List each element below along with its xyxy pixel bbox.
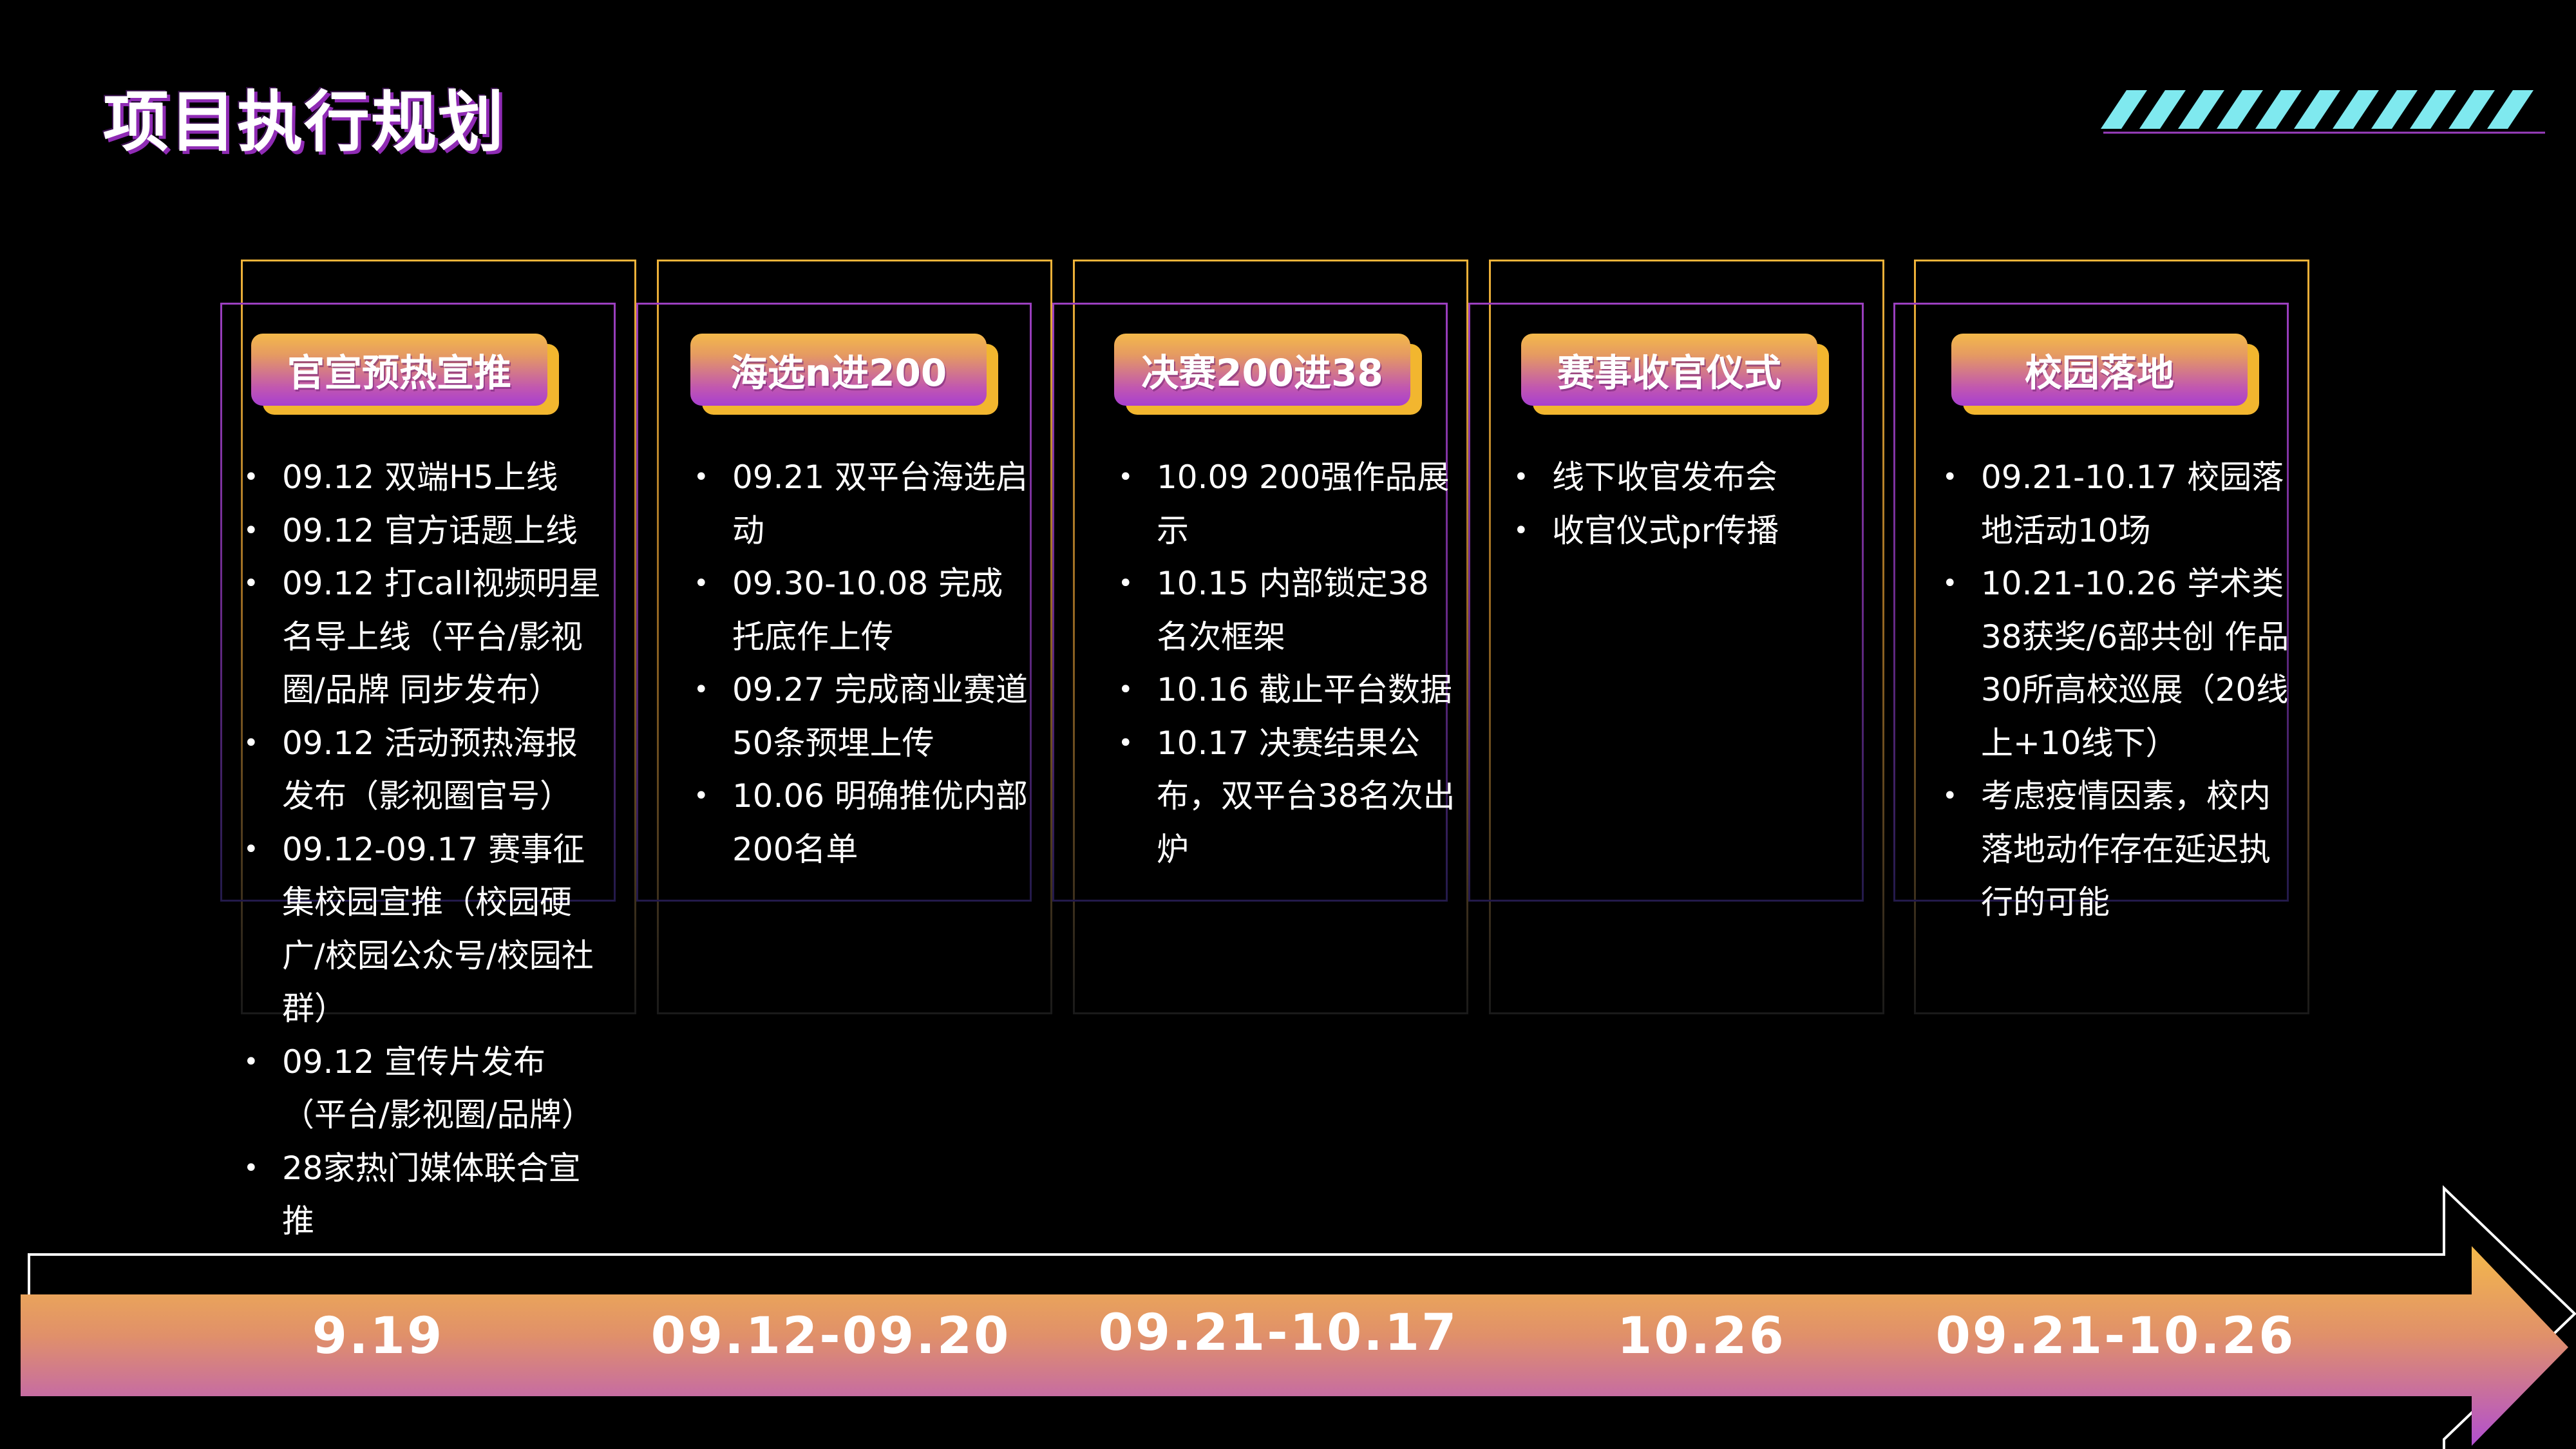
stage-list-3: 10.09 200强作品展示 10.15 内部锁定38名次框架 10.16 截止… [1118, 451, 1459, 876]
timeline-date-3: 09.21-10.17 [1098, 1304, 1459, 1362]
list-item: 09.12 打call视频明星名导上线（平台/影视圈/品牌 同步发布） [243, 557, 604, 717]
list-item: 10.09 200强作品展示 [1118, 451, 1459, 557]
page-title: 项目执行规划 [103, 84, 505, 161]
list-item: 09.30-10.08 完成托底作上传 [694, 557, 1035, 663]
list-item: 09.12 双端H5上线 [243, 451, 604, 504]
timeline-date-1: 9.19 [312, 1307, 444, 1365]
stage-label: 官宣预热宣推 [251, 334, 547, 406]
stage-list-5: 09.21-10.17 校园落地活动10场 10.21-10.26 学术类38获… [1942, 451, 2290, 929]
list-item: 考虑疫情因素，校内落地动作存在延迟执行的可能 [1942, 770, 2290, 929]
stage-tag-3: 决赛200进38 [1114, 334, 1422, 415]
timeline-date-2: 09.12-09.20 [650, 1307, 1011, 1365]
list-item: 09.12-09.17 赛事征集校园宣推（校园硬广/校园公众号/校园社群） [243, 823, 604, 1036]
list-item: 收官仪式pr传播 [1513, 504, 1855, 558]
stage-tag-1: 官宣预热宣推 [251, 334, 559, 415]
list-item: 09.21 双平台海选启动 [694, 451, 1035, 557]
list-item: 09.27 完成商业赛道50条预埋上传 [694, 663, 1035, 770]
list-item: 09.12 活动预热海报发布（影视圈官号） [243, 717, 604, 823]
stage-label: 赛事收官仪式 [1521, 334, 1817, 406]
list-item: 09.12 官方话题上线 [243, 504, 604, 558]
list-item: 09.21-10.17 校园落地活动10场 [1942, 451, 2290, 557]
list-item: 10.16 截止平台数据 [1118, 663, 1459, 717]
stage-tag-4: 赛事收官仪式 [1521, 334, 1829, 415]
stage-list-2: 09.21 双平台海选启动 09.30-10.08 完成托底作上传 09.27 … [694, 451, 1035, 876]
timeline-date-5: 09.21-10.26 [1935, 1307, 2296, 1365]
list-item: 10.21-10.26 学术类38获奖/6部共创 作品30所高校巡展（20线上+… [1942, 557, 2290, 770]
stage-list-1: 09.12 双端H5上线 09.12 官方话题上线 09.12 打call视频明… [243, 451, 604, 1248]
list-item: 10.17 决赛结果公布，双平台38名次出炉 [1118, 717, 1459, 876]
list-item: 10.06 明确推优内部200名单 [694, 770, 1035, 876]
stage-tag-2: 海选n进200 [690, 334, 998, 415]
decorative-stripes-icon [2101, 90, 2545, 134]
list-item: 10.15 内部锁定38名次框架 [1118, 557, 1459, 663]
list-item: 线下收官发布会 [1513, 451, 1855, 504]
stage-label: 决赛200进38 [1114, 334, 1410, 406]
stage-label: 校园落地 [1951, 334, 2248, 406]
stage-label: 海选n进200 [690, 334, 987, 406]
timeline-date-4: 10.26 [1617, 1307, 1786, 1365]
stage-list-4: 线下收官发布会 收官仪式pr传播 [1513, 451, 1855, 557]
stage-tag-5: 校园落地 [1951, 334, 2259, 415]
list-item: 09.12 宣传片发布（平台/影视圈/品牌） [243, 1036, 604, 1142]
